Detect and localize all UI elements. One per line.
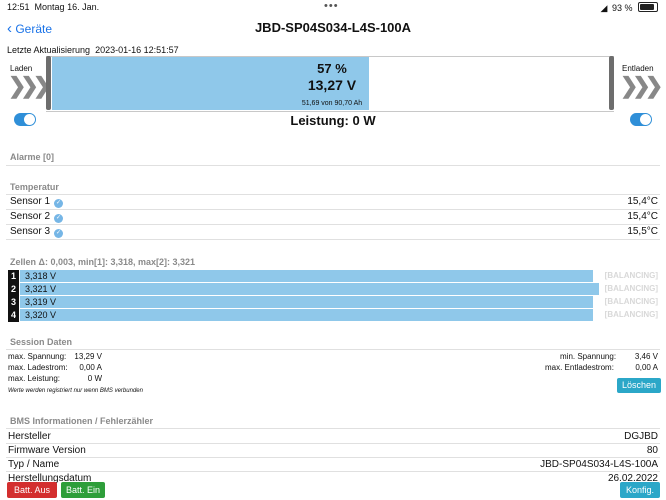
status-bar: 12:51 Montag 16. Jan. ••• ◢ 93 % <box>0 0 666 14</box>
capacity-text: 51,69 von 90,70 Ah <box>301 100 363 107</box>
wifi-icon: ◢ <box>600 3 608 13</box>
soc-bar-left-cap <box>46 56 51 110</box>
cell-number: 3 <box>8 296 19 309</box>
info-row: Hersteller DGJBD <box>8 430 658 444</box>
cell-voltage: 3,320 V <box>25 310 57 320</box>
max-voltage-value: 13,29 V <box>74 352 102 361</box>
battery-percent: 93 % <box>611 3 633 13</box>
cell-voltage: 3,318 V <box>25 271 57 281</box>
session-right: min. Spannung: 3,46 V max. Entladestrom:… <box>520 352 660 376</box>
info-value: JBD-SP04S034-L4S-100A <box>540 459 658 470</box>
min-voltage-value: 3,46 V <box>634 352 658 361</box>
cell-level-bar <box>20 270 593 282</box>
sensor-value: 15,4°C <box>627 211 658 222</box>
info-label: Firmware Version <box>8 445 86 456</box>
sensor-name: Sensor 2 ✓ <box>10 211 64 223</box>
cell-voltage: 3,321 V <box>25 284 57 294</box>
last-update: Letzte Aktualisierung 2023-01-16 12:51:5… <box>7 45 179 55</box>
info-value: DGJBD <box>624 431 658 442</box>
soc-percent: 57 % <box>317 61 347 76</box>
status-indicators: ◢ 93 % <box>601 2 658 14</box>
cell-row: 4 3,320 V [BALANCING] <box>8 309 664 322</box>
max-power-value: 0 W <box>87 374 102 383</box>
sensor-label: Sensor 2 <box>10 211 51 222</box>
cell-voltage: 3,319 V <box>25 297 57 307</box>
cell-level-bar <box>20 296 593 308</box>
clear-session-button[interactable]: Löschen <box>617 378 661 393</box>
divider <box>6 428 660 429</box>
sensor-row: Sensor 2 ✓ 15,4°C <box>10 210 658 224</box>
last-update-value: 2023-01-16 12:51:57 <box>95 45 179 55</box>
status-time: 12:51 <box>7 2 30 12</box>
info-row: Typ / Name JBD-SP04S034-L4S-100A <box>8 458 658 472</box>
charge-label: Laden <box>10 64 33 73</box>
session-left: max. Spannung: 13,29 V max. Ladestrom: 0… <box>8 352 108 392</box>
sensor-value: 15,4°C <box>627 196 658 207</box>
battery-off-button[interactable]: Batt. Aus <box>7 482 57 498</box>
cell-row: 3 3,319 V [BALANCING] <box>8 296 664 309</box>
page-title: JBD-SP04S034-L4S-100A <box>254 20 412 35</box>
max-charge-label: max. Ladestrom: <box>8 363 68 372</box>
charge-arrows-icon: ❯❯❯ <box>8 73 51 98</box>
sensor-value: 15,5°C <box>627 226 658 237</box>
divider <box>6 165 660 166</box>
temperature-header: Temperatur <box>10 182 59 192</box>
cell-number: 1 <box>8 270 19 283</box>
battery-icon <box>638 2 658 12</box>
pack-voltage: 13,27 V <box>307 77 357 93</box>
multitasking-dots[interactable]: ••• <box>324 0 339 12</box>
sensor-row: Sensor 3 ✓ 15,5°C <box>10 225 658 239</box>
divider <box>6 239 660 240</box>
min-voltage-label: min. Spannung: <box>560 352 617 361</box>
max-charge-value: 0,00 A <box>79 363 102 372</box>
sensor-name: Sensor 1 ✓ <box>10 196 64 208</box>
battery-on-button[interactable]: Batt. Ein <box>61 482 105 498</box>
balancing-label: [BALANCING] <box>604 310 658 319</box>
cell-number: 2 <box>8 283 19 296</box>
status-time-date: 12:51 Montag 16. Jan. <box>7 2 99 12</box>
cell-number: 4 <box>8 309 19 322</box>
check-icon: ✓ <box>54 214 64 223</box>
sensor-row: Sensor 1 ✓ 15,4°C <box>10 195 658 209</box>
discharge-arrows-icon: ❯❯❯ <box>620 73 663 98</box>
last-update-label: Letzte Aktualisierung <box>7 45 91 55</box>
cell-level-bar <box>20 283 599 295</box>
max-discharge-value: 0,00 A <box>635 363 658 372</box>
bms-info-header: BMS Informationen / Fehlerzähler <box>10 416 154 426</box>
divider <box>6 349 660 350</box>
status-date: Montag 16. Jan. <box>34 2 100 12</box>
cell-row: 1 3,318 V [BALANCING] <box>8 270 664 283</box>
discharge-label: Entladen <box>622 64 654 73</box>
alarms-header[interactable]: Alarme [0] <box>10 152 54 162</box>
check-icon: ✓ <box>54 199 64 208</box>
sensor-label: Sensor 3 <box>10 226 51 237</box>
max-voltage-label: max. Spannung: <box>8 352 67 361</box>
info-label: Typ / Name <box>8 459 60 470</box>
info-label: Hersteller <box>8 431 51 442</box>
session-header: Session Daten <box>10 337 73 347</box>
cells-header: Zellen Δ: 0,003, min[1]: 3,318, max[2]: … <box>10 257 196 267</box>
config-button[interactable]: Konfig. <box>620 482 660 498</box>
sensor-label: Sensor 1 <box>10 196 51 207</box>
info-row: Herstellungsdatum 26.02.2022 <box>8 472 658 486</box>
balancing-label: [BALANCING] <box>604 284 658 293</box>
sensor-name: Sensor 3 ✓ <box>10 226 64 238</box>
balancing-label: [BALANCING] <box>604 297 658 306</box>
power-readout: Leistung: 0 W <box>290 113 376 128</box>
info-row: Firmware Version 80 <box>8 444 658 458</box>
cell-row: 2 3,321 V [BALANCING] <box>8 283 664 296</box>
session-note: Werte werden registriert nur wenn BMS ve… <box>8 388 143 394</box>
max-discharge-label: max. Entladestrom: <box>545 363 614 372</box>
info-value: 80 <box>646 445 658 456</box>
max-power-label: max. Leistung: <box>8 374 61 383</box>
check-icon: ✓ <box>54 229 64 238</box>
balancing-label: [BALANCING] <box>604 271 658 280</box>
cell-level-bar <box>20 309 593 321</box>
